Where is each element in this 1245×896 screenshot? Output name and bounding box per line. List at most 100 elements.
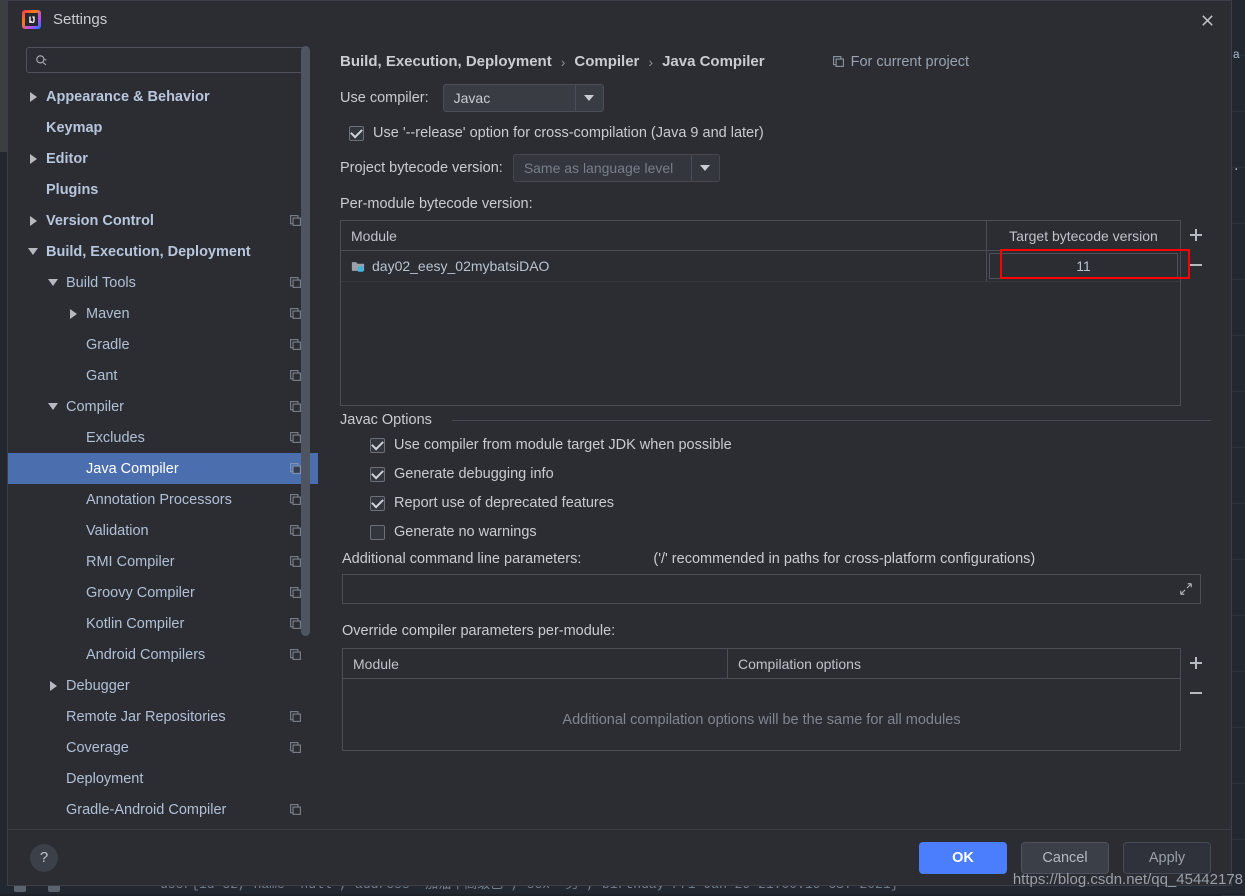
sidebar-item-label: Appearance & Behavior (46, 89, 210, 105)
sidebar-item-maven[interactable]: Maven (8, 298, 318, 329)
checkbox-row-deprecated-features[interactable]: Report use of deprecated features (370, 495, 1211, 511)
checkbox-deprecated-features[interactable] (370, 496, 385, 511)
breadcrumb-separator-icon: › (561, 54, 566, 70)
ok-button[interactable]: OK (919, 842, 1007, 874)
tree-spacer (66, 586, 80, 600)
chevron-down-icon[interactable] (575, 85, 603, 111)
expand-icon[interactable] (1179, 582, 1193, 596)
settings-tree[interactable]: Appearance & Behavior Keymap Editor Plugins… (8, 79, 318, 829)
sidebar-item-deployment[interactable]: Deployment (8, 763, 318, 794)
breadcrumb-item[interactable]: Java Compiler (662, 53, 765, 70)
javac-options-body: Use compiler from module target JDK when… (340, 421, 1211, 751)
sidebar-item-annotation-processors[interactable]: Annotation Processors (8, 484, 318, 515)
column-header-target-bytecode[interactable]: Target bytecode version (986, 221, 1180, 250)
column-header-module[interactable]: Module (341, 221, 986, 250)
breadcrumb-item[interactable]: Build, Execution, Deployment (340, 53, 552, 70)
column-header-compilation-options[interactable]: Compilation options (727, 649, 1180, 678)
sidebar-item-build-tools[interactable]: Build Tools (8, 267, 318, 298)
override-table[interactable]: Module Compilation options Additional co… (342, 648, 1181, 751)
plus-icon[interactable] (1188, 226, 1205, 243)
sidebar-item-debugger[interactable]: Debugger (8, 670, 318, 701)
release-option-row[interactable]: Use '--release' option for cross-compila… (349, 125, 1211, 141)
sidebar-item-editor[interactable]: Editor (8, 143, 318, 174)
chevron-right-icon[interactable] (26, 90, 40, 104)
release-option-checkbox[interactable] (349, 126, 364, 141)
override-table-body[interactable]: Additional compilation options will be t… (343, 679, 1180, 750)
project-bytecode-dropdown[interactable]: Same as language level (513, 154, 720, 182)
chevron-down-icon[interactable] (26, 245, 40, 259)
sidebar-item-excludes[interactable]: Excludes (8, 422, 318, 453)
chevron-right-icon[interactable] (26, 152, 40, 166)
sidebar-scrollbar-track[interactable] (305, 38, 314, 829)
sidebar-item-label: Editor (46, 151, 88, 167)
sidebar-item-label: Compiler (66, 399, 124, 415)
breadcrumb-item[interactable]: Compiler (574, 53, 639, 70)
use-compiler-dropdown[interactable]: Javac (443, 84, 604, 112)
cancel-button[interactable]: Cancel (1021, 842, 1109, 874)
checkbox-no-warnings[interactable] (370, 525, 385, 540)
tree-spacer (46, 710, 60, 724)
chevron-down-icon[interactable] (46, 400, 60, 414)
chevron-right-icon[interactable] (26, 214, 40, 228)
override-params-label: Override compiler parameters per-module: (342, 623, 1211, 639)
sidebar-item-label: RMI Compiler (86, 554, 175, 570)
module-table[interactable]: Module Target bytecode version day02_ees… (340, 220, 1181, 406)
checkbox-row-no-warnings[interactable]: Generate no warnings (370, 524, 1211, 540)
sidebar-item-build-execution-deployment[interactable]: Build, Execution, Deployment (8, 236, 318, 267)
sidebar-item-label: Remote Jar Repositories (66, 709, 226, 725)
sidebar-item-java-compiler[interactable]: Java Compiler (8, 453, 318, 484)
sidebar-item-validation[interactable]: Validation (8, 515, 318, 546)
sidebar-item-rmi-compiler[interactable]: RMI Compiler (8, 546, 318, 577)
sidebar-item-label: Version Control (46, 213, 154, 229)
dialog-titlebar: Settings (8, 1, 1231, 38)
checkbox-row-module-target-jdk[interactable]: Use compiler from module target JDK when… (370, 437, 1211, 453)
sidebar-item-groovy-compiler[interactable]: Groovy Compiler (8, 577, 318, 608)
close-icon[interactable] (1195, 8, 1219, 32)
minus-icon[interactable] (1188, 256, 1205, 273)
sidebar-item-keymap[interactable]: Keymap (8, 112, 318, 143)
sidebar-item-gradle-android-compiler[interactable]: Gradle-Android Compiler (8, 794, 318, 825)
sidebar-item-label: Debugger (66, 678, 130, 694)
search-input[interactable] (52, 53, 300, 68)
intellij-idea-logo-icon (22, 10, 41, 29)
sidebar-item-label: Maven (86, 306, 130, 322)
sidebar-item-appearance-behavior[interactable]: Appearance & Behavior (8, 81, 318, 112)
sidebar-item-label: Deployment (66, 771, 143, 787)
apply-button[interactable]: Apply (1123, 842, 1211, 874)
tree-spacer (66, 524, 80, 538)
target-bytecode-cell[interactable]: 11 (986, 251, 1180, 281)
chevron-right-icon[interactable] (46, 679, 60, 693)
sidebar-item-remote-jar-repositories[interactable]: Remote Jar Repositories (8, 701, 318, 732)
additional-params-input[interactable] (342, 574, 1201, 604)
per-module-row: Per-module bytecode version: (340, 196, 1211, 212)
sidebar-item-android-compilers[interactable]: Android Compilers (8, 639, 318, 670)
chevron-down-icon[interactable] (691, 155, 719, 181)
search-box[interactable] (26, 47, 309, 73)
release-option-checkbox-row[interactable]: Use '--release' option for cross-compila… (349, 125, 764, 141)
sidebar-item-kotlin-compiler[interactable]: Kotlin Compiler (8, 608, 318, 639)
sidebar-item-label: Android Compilers (86, 647, 205, 663)
chevron-right-icon[interactable] (66, 307, 80, 321)
checkbox-row-debugging-info[interactable]: Generate debugging info (370, 466, 1211, 482)
checkbox-debugging-info[interactable] (370, 467, 385, 482)
module-table-empty-area[interactable] (341, 282, 1180, 405)
module-table-header: Module Target bytecode version (341, 221, 1180, 251)
plus-icon[interactable] (1188, 654, 1205, 671)
sidebar-scrollbar-thumb[interactable] (301, 46, 310, 636)
minus-icon[interactable] (1188, 684, 1205, 701)
sidebar-item-label: Keymap (46, 120, 102, 136)
module-name-cell[interactable]: day02_eesy_02mybatsiDAO (341, 251, 986, 281)
checkbox-module-target-jdk[interactable] (370, 438, 385, 453)
help-button[interactable]: ? (30, 844, 58, 872)
column-header-module[interactable]: Module (343, 649, 727, 678)
table-row[interactable]: day02_eesy_02mybatsiDAO 11 (341, 251, 1180, 282)
sidebar-item-gradle[interactable]: Gradle (8, 329, 318, 360)
target-bytecode-value[interactable]: 11 (989, 253, 1178, 279)
sidebar-item-gant[interactable]: Gant (8, 360, 318, 391)
sidebar-item-coverage[interactable]: Coverage (8, 732, 318, 763)
chevron-down-icon[interactable] (46, 276, 60, 290)
settings-content-panel: Build, Execution, Deployment › Compiler … (318, 38, 1231, 829)
sidebar-item-version-control[interactable]: Version Control (8, 205, 318, 236)
sidebar-item-plugins[interactable]: Plugins (8, 174, 318, 205)
sidebar-item-compiler[interactable]: Compiler (8, 391, 318, 422)
